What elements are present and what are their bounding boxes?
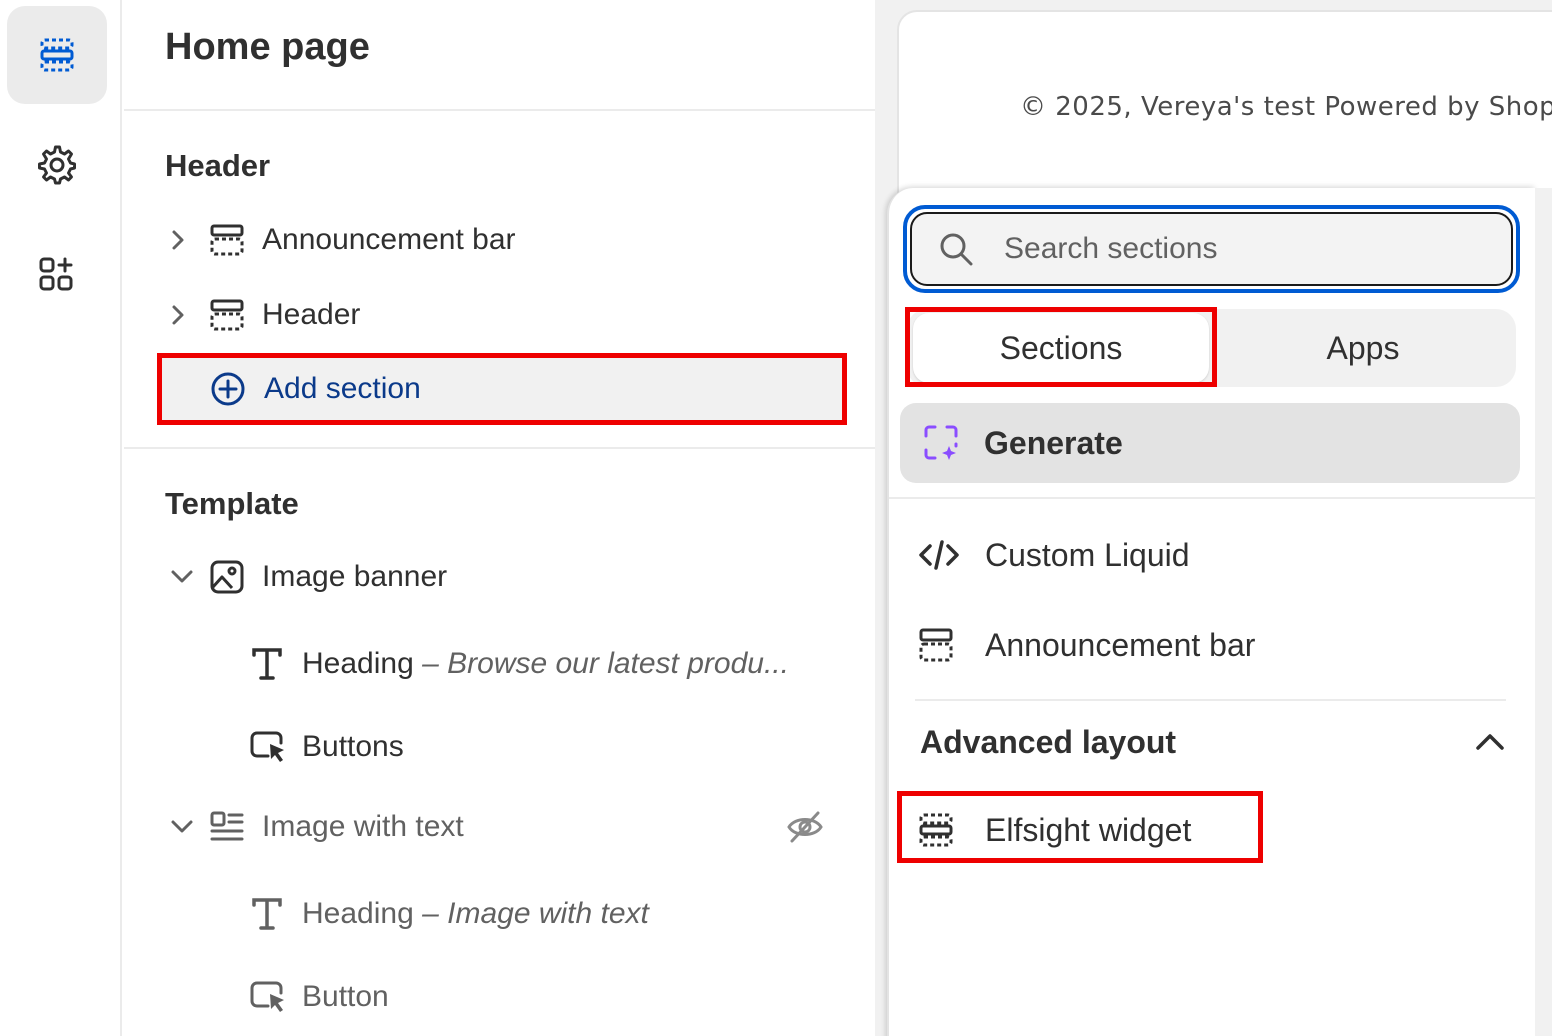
generate-label: Generate [984,424,1123,461]
section-option-label: Custom Liquid [985,536,1190,573]
header-group-title: Header [165,148,271,183]
tree-item-image-banner[interactable]: Image banner [170,547,447,607]
plus-circle-icon [210,371,246,407]
chevron-right-icon[interactable] [170,228,210,252]
tree-item-label: Button [302,980,389,1013]
eye-off-icon[interactable] [786,810,824,852]
section-option-elfsight-widget[interactable]: Elfsight widget [918,800,1191,860]
tree-item-heading-block[interactable]: Heading – Image with text [250,884,649,944]
tree-item-label: Image with text [262,810,464,843]
section-option-label: Announcement bar [985,626,1256,663]
add-section-label: Add section [264,372,421,405]
section-tabs: Sections Apps [907,309,1516,387]
add-section-button[interactable]: Add section [160,355,846,423]
image-with-text-icon [210,810,262,844]
button-cursor-icon [250,980,302,1014]
section-option-announcement-bar[interactable]: Announcement bar [918,615,1255,675]
sections-icon [40,38,74,72]
block-name: Heading [302,647,414,680]
divider [889,497,1535,499]
apps-add-icon [39,257,73,291]
ai-generate-icon [922,424,960,462]
tab-apps[interactable]: Apps [1217,313,1509,383]
search-input[interactable] [1004,232,1424,266]
tree-item-label: Image banner [262,560,448,593]
tree-item-header[interactable]: Header [170,285,360,345]
divider [124,447,875,449]
footer-copyright: © 2025, Vereya's test Powered by Shopify [1020,92,1552,122]
tree-item-label: Header [262,298,361,331]
tree-item-label: Heading – Image with text [302,897,649,931]
search-icon [938,231,974,267]
image-icon [210,560,262,594]
section-icon [918,812,985,848]
chevron-up-icon[interactable] [1472,730,1508,759]
gear-icon [38,145,76,185]
announcement-bar-icon [918,627,985,663]
icon-rail [0,0,122,1036]
chevron-down-icon[interactable] [170,569,210,585]
generate-button[interactable]: Generate [900,403,1520,483]
button-cursor-icon [250,730,302,764]
tree-item-button-block[interactable]: Button [250,967,389,1027]
editor-panel: Home page Header Announcement bar Header… [124,0,875,1036]
tab-sections[interactable]: Sections [913,313,1209,383]
tree-item-label: Buttons [302,730,404,763]
block-name: Heading [302,897,414,930]
chevron-right-icon[interactable] [170,303,210,327]
divider [124,109,875,111]
theme-settings-button[interactable] [7,116,107,214]
tree-item-label: Announcement bar [262,223,516,256]
page-title: Home page [165,26,370,68]
block-detail: – Image with text [422,897,649,930]
advanced-layout-heading[interactable]: Advanced layout [920,724,1176,761]
code-icon [918,538,985,572]
section-option-custom-liquid[interactable]: Custom Liquid [918,525,1190,585]
chevron-down-icon[interactable] [170,819,210,835]
section-option-label: Elfsight widget [985,811,1192,848]
template-group-title: Template [165,486,299,521]
preview-scrollbar[interactable] [1535,188,1552,1036]
divider [915,699,1506,701]
text-icon [250,897,302,931]
block-detail: – Browse our latest produ... [422,647,789,680]
tree-item-buttons-block[interactable]: Buttons [250,717,404,777]
apps-nav-button[interactable] [7,226,107,324]
header-section-icon [210,298,262,332]
sections-nav-button[interactable] [7,6,107,104]
announcement-bar-icon [210,223,262,257]
tree-item-heading-block[interactable]: Heading – Browse our latest produ... [250,634,789,694]
tree-item-announcement-bar[interactable]: Announcement bar [170,210,516,270]
text-icon [250,647,302,681]
tree-item-image-with-text[interactable]: Image with text [170,797,830,857]
search-field[interactable] [903,205,1520,293]
tree-item-label: Heading – Browse our latest produ... [302,647,789,681]
